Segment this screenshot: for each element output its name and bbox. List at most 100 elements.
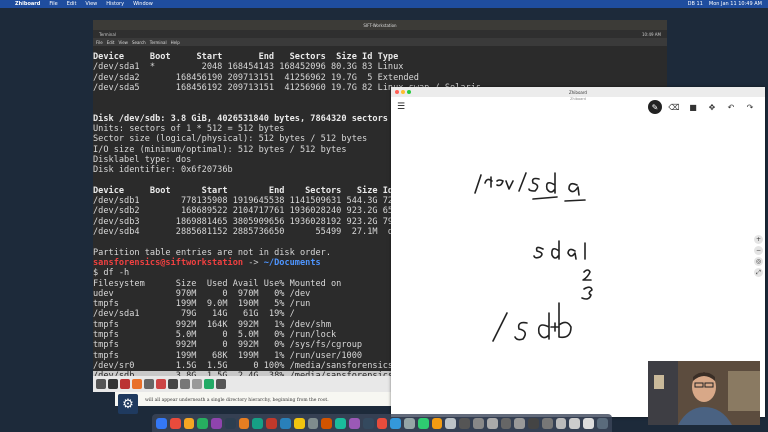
dock-app-icon[interactable] <box>555 417 567 429</box>
document-text: will all appear underneath a single dire… <box>145 398 329 403</box>
app-icon[interactable] <box>168 379 178 389</box>
undo-icon[interactable]: ↶ <box>724 100 738 114</box>
gear-icon[interactable]: ⚙ <box>118 394 138 414</box>
dock-app-icon[interactable] <box>445 417 457 429</box>
dock-app-icon[interactable] <box>280 417 291 429</box>
whiteboard-titlebar[interactable]: Zhiboard Zhiboard <box>391 87 765 101</box>
dock-app-icon[interactable] <box>293 417 305 429</box>
dock-app-icon[interactable] <box>183 417 195 429</box>
app-icon[interactable] <box>192 379 202 389</box>
maximize-icon[interactable] <box>407 90 411 94</box>
minimize-icon[interactable] <box>401 90 405 94</box>
dock-app-icon[interactable] <box>169 417 181 429</box>
eraser-icon[interactable]: ⌫ <box>667 100 681 114</box>
menubar-clock[interactable]: Mon Jan 11 10:49 AM <box>709 1 762 7</box>
app-icon[interactable] <box>204 379 214 389</box>
app-icon[interactable] <box>156 379 166 389</box>
menu-edit[interactable]: Edit <box>67 1 77 7</box>
fit-icon[interactable]: ◎ <box>754 257 763 266</box>
dock-app-icon[interactable] <box>335 417 346 429</box>
dock-app-icon[interactable] <box>472 417 484 429</box>
terminal-menu-edit[interactable]: Edit <box>107 40 115 45</box>
app-icon[interactable] <box>96 379 106 389</box>
dock-app-icon[interactable] <box>390 417 402 429</box>
terminal-text: $ df -h <box>93 268 130 279</box>
dock-app-icon[interactable] <box>431 417 443 429</box>
dock-app-icon[interactable] <box>238 417 250 429</box>
dock-app-icon[interactable] <box>583 417 594 429</box>
terminal-line: /dev/sda2 168456190 209713151 41256962 1… <box>93 73 667 83</box>
dock-app-icon[interactable] <box>500 417 512 429</box>
app-name[interactable]: Zhiboard <box>15 1 40 7</box>
handwriting-stroke <box>567 248 577 260</box>
handwriting-stroke <box>484 176 493 188</box>
terminal-text: /dev/sdb4 2885681152 2885736650 55499 27… <box>93 227 435 238</box>
app-icon[interactable] <box>108 379 118 389</box>
dock-app-icon[interactable] <box>197 417 209 429</box>
terminal-text: tmpfs 5.0M 0 5.0M 0% /run/lock <box>93 330 337 341</box>
app-icon[interactable] <box>216 379 226 389</box>
terminal-menu-view[interactable]: View <box>118 40 128 45</box>
zoom-in-icon[interactable]: + <box>754 235 763 244</box>
handwriting-stroke <box>505 180 514 190</box>
vm-terminal-title: Terminal <box>99 31 116 37</box>
dock-app-icon[interactable] <box>362 417 374 429</box>
dock-app-icon[interactable] <box>252 417 264 429</box>
mac-dock <box>152 414 612 432</box>
terminal-menu-file[interactable]: File <box>96 40 103 45</box>
dock-app-icon[interactable] <box>597 417 608 429</box>
terminal-text: /dev/sdb1 778135908 1919645538 114150963… <box>93 196 435 207</box>
handwriting-stroke <box>518 172 527 192</box>
fullscreen-icon[interactable]: ⤢ <box>754 268 763 277</box>
dock-app-icon[interactable] <box>224 417 236 429</box>
handwriting-stroke <box>474 174 482 194</box>
terminal-text: Sector size (logical/physical): 512 byte… <box>93 134 368 145</box>
redo-icon[interactable]: ↷ <box>743 100 757 114</box>
whiteboard-title: Zhiboard <box>569 89 587 95</box>
dock-app-icon[interactable] <box>541 417 553 429</box>
handwriting-stroke <box>532 196 558 200</box>
battery-status[interactable]: DB 11 <box>688 1 703 7</box>
dock-app-icon[interactable] <box>348 417 360 429</box>
close-icon[interactable] <box>395 90 399 94</box>
terminal-text: /dev/sr0 1.5G 1.5G 0 100% /media/sansfor… <box>93 360 430 371</box>
handwriting-stroke <box>551 240 560 260</box>
dock-app-icon[interactable] <box>321 417 333 429</box>
app-icon[interactable] <box>180 379 190 389</box>
handwriting-stroke <box>514 321 528 341</box>
dock-app-icon[interactable] <box>486 417 498 429</box>
terminal-text: /dev/sdb3 1869881465 3805909656 19360281… <box>93 216 435 227</box>
dock-app-icon[interactable] <box>307 417 319 429</box>
dock-app-icon[interactable] <box>459 417 470 429</box>
terminal-menu-terminal[interactable]: Terminal <box>150 40 167 45</box>
dock-app-icon[interactable] <box>417 417 429 429</box>
menu-history[interactable]: History <box>106 1 124 7</box>
pen-icon[interactable]: ✎ <box>648 100 662 114</box>
move-icon[interactable]: ✥ <box>705 100 719 114</box>
terminal-menu-help[interactable]: Help <box>171 40 180 45</box>
app-icon[interactable] <box>120 379 130 389</box>
dock-app-icon[interactable] <box>404 417 415 429</box>
prompt-arrow: -> <box>243 257 264 268</box>
terminal-text: Units: sectors of 1 * 512 = 512 bytes <box>93 124 285 135</box>
prompt-path: ~/Documents <box>263 257 321 268</box>
dock-app-icon[interactable] <box>156 417 167 429</box>
vm-top-panel: Terminal 10:49 AM <box>93 30 667 38</box>
menu-window[interactable]: Window <box>133 1 153 7</box>
terminal-menu-search[interactable]: Search <box>132 40 146 45</box>
shape-icon[interactable]: ■ <box>686 100 700 114</box>
vm-window-title: SIFT-Workstation <box>363 22 397 28</box>
dock-app-icon[interactable] <box>528 417 539 429</box>
dock-app-icon[interactable] <box>569 417 581 429</box>
menu-view[interactable]: View <box>85 1 97 7</box>
zoom-out-icon[interactable]: − <box>754 246 763 255</box>
dock-app-icon[interactable] <box>376 417 388 429</box>
dock-app-icon[interactable] <box>266 417 278 429</box>
app-icon[interactable] <box>144 379 154 389</box>
dock-app-icon[interactable] <box>514 417 526 429</box>
vm-window-titlebar[interactable]: SIFT-Workstation <box>93 20 667 30</box>
menu-file[interactable]: File <box>49 1 57 7</box>
dock-app-icon[interactable] <box>211 417 222 429</box>
app-icon[interactable] <box>132 379 142 389</box>
hamburger-menu-icon[interactable]: ☰ <box>397 102 405 112</box>
